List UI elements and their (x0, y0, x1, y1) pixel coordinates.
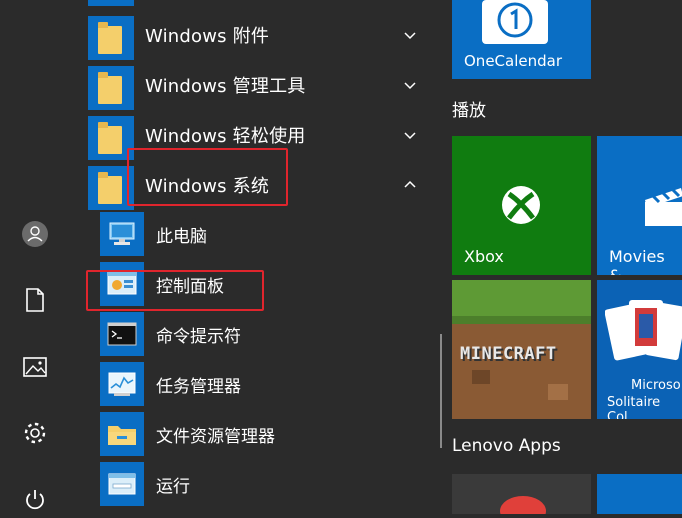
tile-label: Movies & (609, 247, 665, 275)
power-button[interactable] (16, 480, 54, 518)
folder-label: Windows 附件 (145, 26, 270, 47)
tile-minecraft[interactable]: MINECRAFT (452, 280, 591, 419)
grass-block (452, 280, 591, 316)
tile-label: OneCalendar (464, 52, 562, 70)
tile-label-line2: Solitaire Col (607, 395, 661, 419)
app-this-pc[interactable]: 此电脑 (100, 210, 440, 258)
chevron-down-icon (404, 82, 416, 90)
tile-solitaire[interactable]: Microso Solitaire Col (597, 280, 682, 419)
tile-label: MINECRAFT (460, 344, 557, 364)
app-label: 运行 (156, 477, 190, 497)
app-file-explorer[interactable]: 文件资源管理器 (100, 410, 440, 458)
app-label: 文件资源管理器 (156, 427, 275, 447)
tile-movies[interactable]: Movies & (597, 136, 682, 275)
folder-label: Windows 轻松使用 (145, 126, 306, 147)
app-label: 此电脑 (156, 227, 207, 247)
document-icon (26, 288, 44, 312)
folder-row-admin-tools[interactable]: Windows 管理工具 (88, 60, 428, 110)
chevron-up-icon (404, 180, 416, 188)
folder-icon (88, 66, 134, 110)
chevron-down-icon (404, 132, 416, 140)
tile-xbox[interactable]: Xbox (452, 136, 591, 275)
chevron-down-icon (404, 32, 416, 40)
app-run[interactable]: 运行 (100, 460, 440, 508)
app-label: 命令提示符 (156, 327, 241, 347)
tile-onecalendar[interactable]: OneCalendar (452, 0, 591, 79)
tile-label-line1: Microso (631, 378, 681, 393)
user-icon (22, 221, 48, 247)
tile-group-title: Lenovo Apps (452, 436, 561, 456)
terminal-icon (100, 312, 144, 356)
tile-label: Xbox (464, 247, 504, 266)
highlight-box-control-panel (86, 270, 264, 311)
picture-icon (23, 357, 47, 377)
app-list: Windows 附件 Windows 管理工具 Windows 轻松使用 Win… (88, 0, 440, 506)
task-manager-icon (100, 362, 144, 406)
folder-icon (88, 16, 134, 60)
run-icon (100, 462, 144, 506)
app-icon (500, 496, 546, 514)
folder-tile-partial (88, 0, 134, 6)
tiles-pane: OneCalendar 播放 Xbox Movies & MINECRAFT (450, 0, 682, 514)
xbox-icon (502, 186, 540, 224)
folder-icon (100, 412, 144, 456)
pictures-button[interactable] (16, 348, 54, 386)
calendar-icon (482, 0, 548, 44)
highlight-box-windows-system (127, 148, 288, 206)
user-avatar[interactable] (16, 215, 54, 253)
gear-icon (24, 422, 46, 444)
tile-lenovo-app-1[interactable] (452, 474, 591, 514)
start-rail (0, 0, 70, 510)
tile-lenovo-app-2[interactable] (597, 474, 682, 514)
settings-button[interactable] (16, 414, 54, 452)
power-icon (26, 490, 44, 510)
app-list-scrollbar[interactable] (440, 334, 442, 448)
folder-label: Windows 管理工具 (145, 76, 306, 97)
computer-icon (100, 212, 144, 256)
tile-group-title: 播放 (452, 101, 486, 121)
playing-cards-icon (605, 300, 682, 361)
film-clapper-icon (645, 188, 682, 226)
app-command-prompt[interactable]: 命令提示符 (100, 310, 440, 358)
documents-button[interactable] (16, 281, 54, 319)
folder-row-accessories[interactable]: Windows 附件 (88, 10, 428, 60)
app-task-manager[interactable]: 任务管理器 (100, 360, 440, 408)
app-label: 任务管理器 (156, 377, 241, 397)
